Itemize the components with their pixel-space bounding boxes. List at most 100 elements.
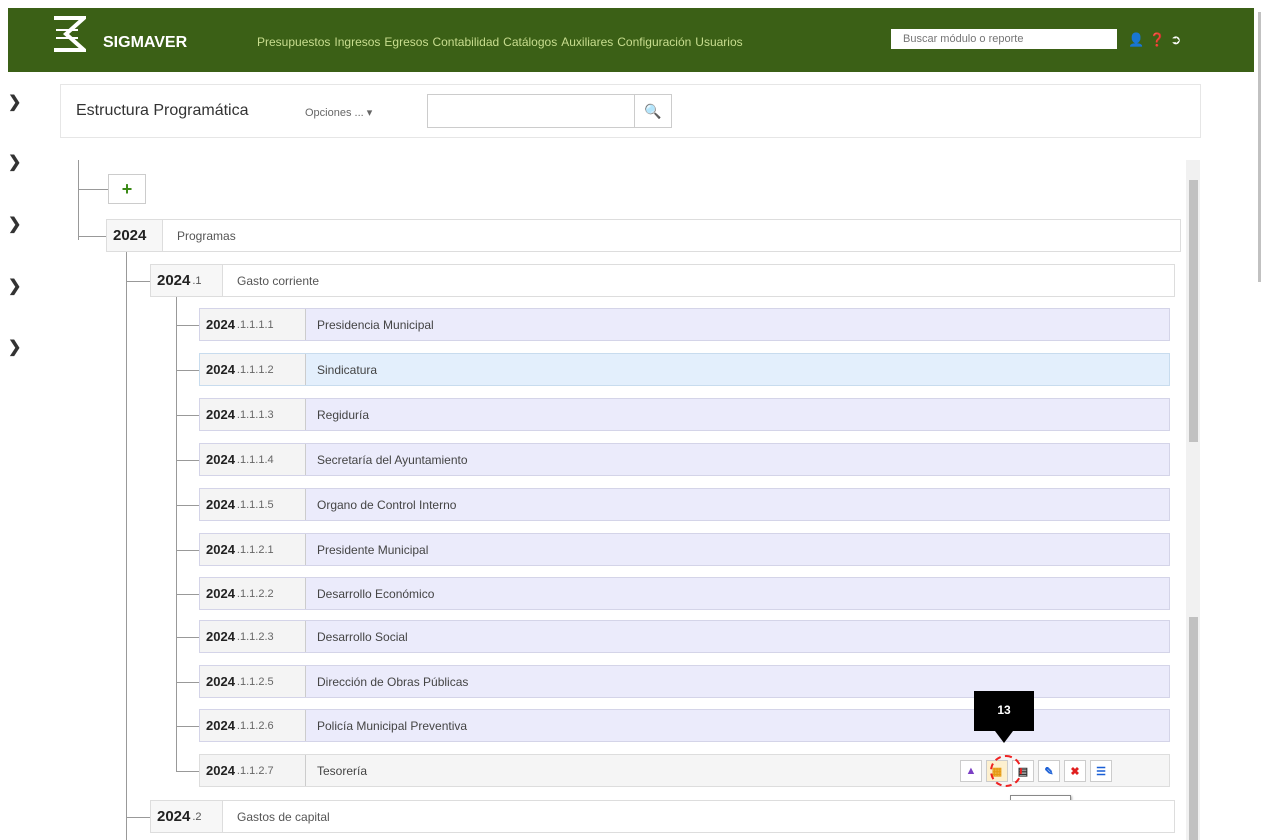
node-year: 2024 (113, 227, 147, 244)
node-suffix: .1.1.1.4 (236, 453, 274, 466)
node-suffix: .1.1.2.6 (236, 719, 274, 732)
top-navbar: SIGMAVER Presupuestos Ingresos Egresos C… (8, 8, 1254, 72)
tree-connector (176, 726, 199, 727)
node-code: 2024.1.1.2.7 (200, 755, 306, 786)
node-label: Dirección de Obras Públicas (317, 674, 469, 689)
user-icon[interactable]: 👤 (1128, 32, 1144, 48)
brand-name[interactable]: SIGMAVER (103, 34, 187, 52)
plus-icon: + (121, 179, 133, 199)
chart-button[interactable]: ▲ (960, 760, 982, 782)
sidebar-toggle-4-icon[interactable]: ❯ (8, 276, 21, 296)
highlight-ring (990, 755, 1022, 787)
node-code: 2024 .1 (151, 265, 223, 296)
sidebar-toggle-3-icon[interactable]: ❯ (8, 214, 21, 234)
sidebar-toggle-2-icon[interactable]: ❯ (8, 152, 21, 172)
tree-connector (176, 594, 199, 595)
tree-leaf[interactable]: 2024.1.1.2.1 Presidente Municipal (199, 533, 1170, 566)
logout-icon[interactable]: ➲ (1170, 32, 1181, 48)
tree-connector (176, 550, 199, 551)
node-suffix: .2 (192, 810, 202, 823)
node-label: Regiduría (317, 407, 370, 422)
tree-node-root[interactable]: 2024 Programas (106, 219, 1181, 252)
node-suffix: .1.1.2.2 (236, 587, 274, 600)
node-code: 2024.1.1.1.2 (200, 354, 306, 385)
list-icon: ☰ (1096, 765, 1106, 778)
menu-item-contabilidad[interactable]: Contabilidad (432, 35, 499, 49)
node-label: Desarrollo Social (317, 629, 408, 644)
node-code: 2024.1.1.1.3 (200, 399, 306, 430)
tree-scrollbar-thumb-lower[interactable] (1189, 617, 1198, 840)
tree-connector (176, 325, 199, 326)
node-label: Organo de Control Interno (317, 497, 457, 512)
node-year: 2024 (206, 542, 235, 557)
tree-leaf[interactable]: 2024.1.1.1.5 Organo de Control Interno (199, 488, 1170, 521)
menu-item-ingresos[interactable]: Ingresos (334, 35, 380, 49)
row-actions: ▲ ▦ ▤ ✎ ✖ ☰ (960, 760, 1112, 782)
pencil-icon: ✎ (1044, 765, 1054, 778)
node-label: Presidencia Municipal (317, 317, 434, 332)
delete-button[interactable]: ✖ (1064, 760, 1086, 782)
node-code: 2024.1.1.2.3 (200, 621, 306, 652)
tree-scrollbar-thumb[interactable] (1189, 180, 1198, 442)
sidebar-toggle-5-icon[interactable]: ❯ (8, 337, 21, 357)
node-year: 2024 (206, 718, 235, 733)
node-year: 2024 (206, 317, 235, 332)
node-suffix: .1.1.2.7 (236, 764, 274, 777)
tree-leaf[interactable]: 2024.1.1.1.3 Regiduría (199, 398, 1170, 431)
menu-item-auxiliares[interactable]: Auxiliares (561, 35, 613, 49)
tree-connector (126, 252, 127, 840)
tree-connector (78, 189, 108, 190)
module-search-input[interactable] (891, 29, 1117, 49)
node-code: 2024.1.1.1.4 (200, 444, 306, 475)
tree-node-group[interactable]: 2024 .2 Gastos de capital (150, 800, 1175, 833)
tree-search-input[interactable] (427, 94, 635, 128)
list-button[interactable]: ☰ (1090, 760, 1112, 782)
node-code: 2024.1.1.2.2 (200, 578, 306, 609)
node-code: 2024.1.1.1.5 (200, 489, 306, 520)
node-label: Desarrollo Económico (317, 586, 435, 601)
main-menu: Presupuestos Ingresos Egresos Contabilid… (257, 35, 743, 49)
node-year: 2024 (206, 407, 235, 422)
search-button[interactable]: 🔍 (634, 94, 672, 128)
menu-item-egresos[interactable]: Egresos (384, 35, 428, 49)
tree-connector (126, 281, 150, 282)
node-code: 2024.1.1.2.1 (200, 534, 306, 565)
tree-connector (78, 236, 106, 237)
node-label: Gasto corriente (237, 273, 320, 288)
node-year: 2024 (206, 586, 235, 601)
node-code: 2024 (107, 220, 163, 251)
node-suffix: .1.1.2.3 (236, 630, 274, 643)
add-node-button[interactable]: + (108, 174, 146, 204)
menu-item-configuracion[interactable]: Configuración (617, 35, 691, 49)
node-label: Secretaría del Ayuntamiento (317, 452, 468, 467)
node-label: Presidente Municipal (317, 542, 429, 557)
tree-leaf[interactable]: 2024.1.1.2.2 Desarrollo Económico (199, 577, 1170, 610)
tree-leaf[interactable]: 2024.1.1.1.2 Sindicatura (199, 353, 1170, 386)
tree-connector (176, 771, 199, 772)
node-year: 2024 (157, 808, 191, 825)
page-scrollbar-thumb[interactable] (1258, 12, 1261, 282)
step-badge: 13 (974, 691, 1034, 731)
edit-button[interactable]: ✎ (1038, 760, 1060, 782)
node-code: 2024.1.1.2.6 (200, 710, 306, 741)
tree-leaf[interactable]: 2024.1.1.1.4 Secretaría del Ayuntamiento (199, 443, 1170, 476)
tree-connector (176, 682, 199, 683)
menu-item-usuarios[interactable]: Usuarios (695, 35, 742, 49)
menu-item-catalogos[interactable]: Catálogos (503, 35, 557, 49)
options-dropdown[interactable]: Opciones ... ▾ (305, 106, 372, 119)
help-icon[interactable]: ❓ (1149, 32, 1165, 48)
tree-leaf[interactable]: 2024.1.1.2.3 Desarrollo Social (199, 620, 1170, 653)
sidebar-toggle-1-icon[interactable]: ❯ (8, 92, 21, 112)
tree-leaf[interactable]: 2024.1.1.1.1 Presidencia Municipal (199, 308, 1170, 341)
header-panel: Estructura Programática Opciones ... ▾ 🔍 (60, 84, 1201, 138)
tree-connector (176, 415, 199, 416)
node-label: Sindicatura (317, 362, 378, 377)
node-suffix: .1.1.1.3 (236, 408, 274, 421)
step-badge-arrow (995, 731, 1013, 743)
tree-connector (176, 370, 199, 371)
search-icon: 🔍 (644, 103, 662, 119)
tree-node-group[interactable]: 2024 .1 Gasto corriente (150, 264, 1175, 297)
sigmaver-logo-icon[interactable] (52, 16, 86, 52)
page-title: Estructura Programática (76, 102, 249, 119)
menu-item-presupuestos[interactable]: Presupuestos (257, 35, 330, 49)
